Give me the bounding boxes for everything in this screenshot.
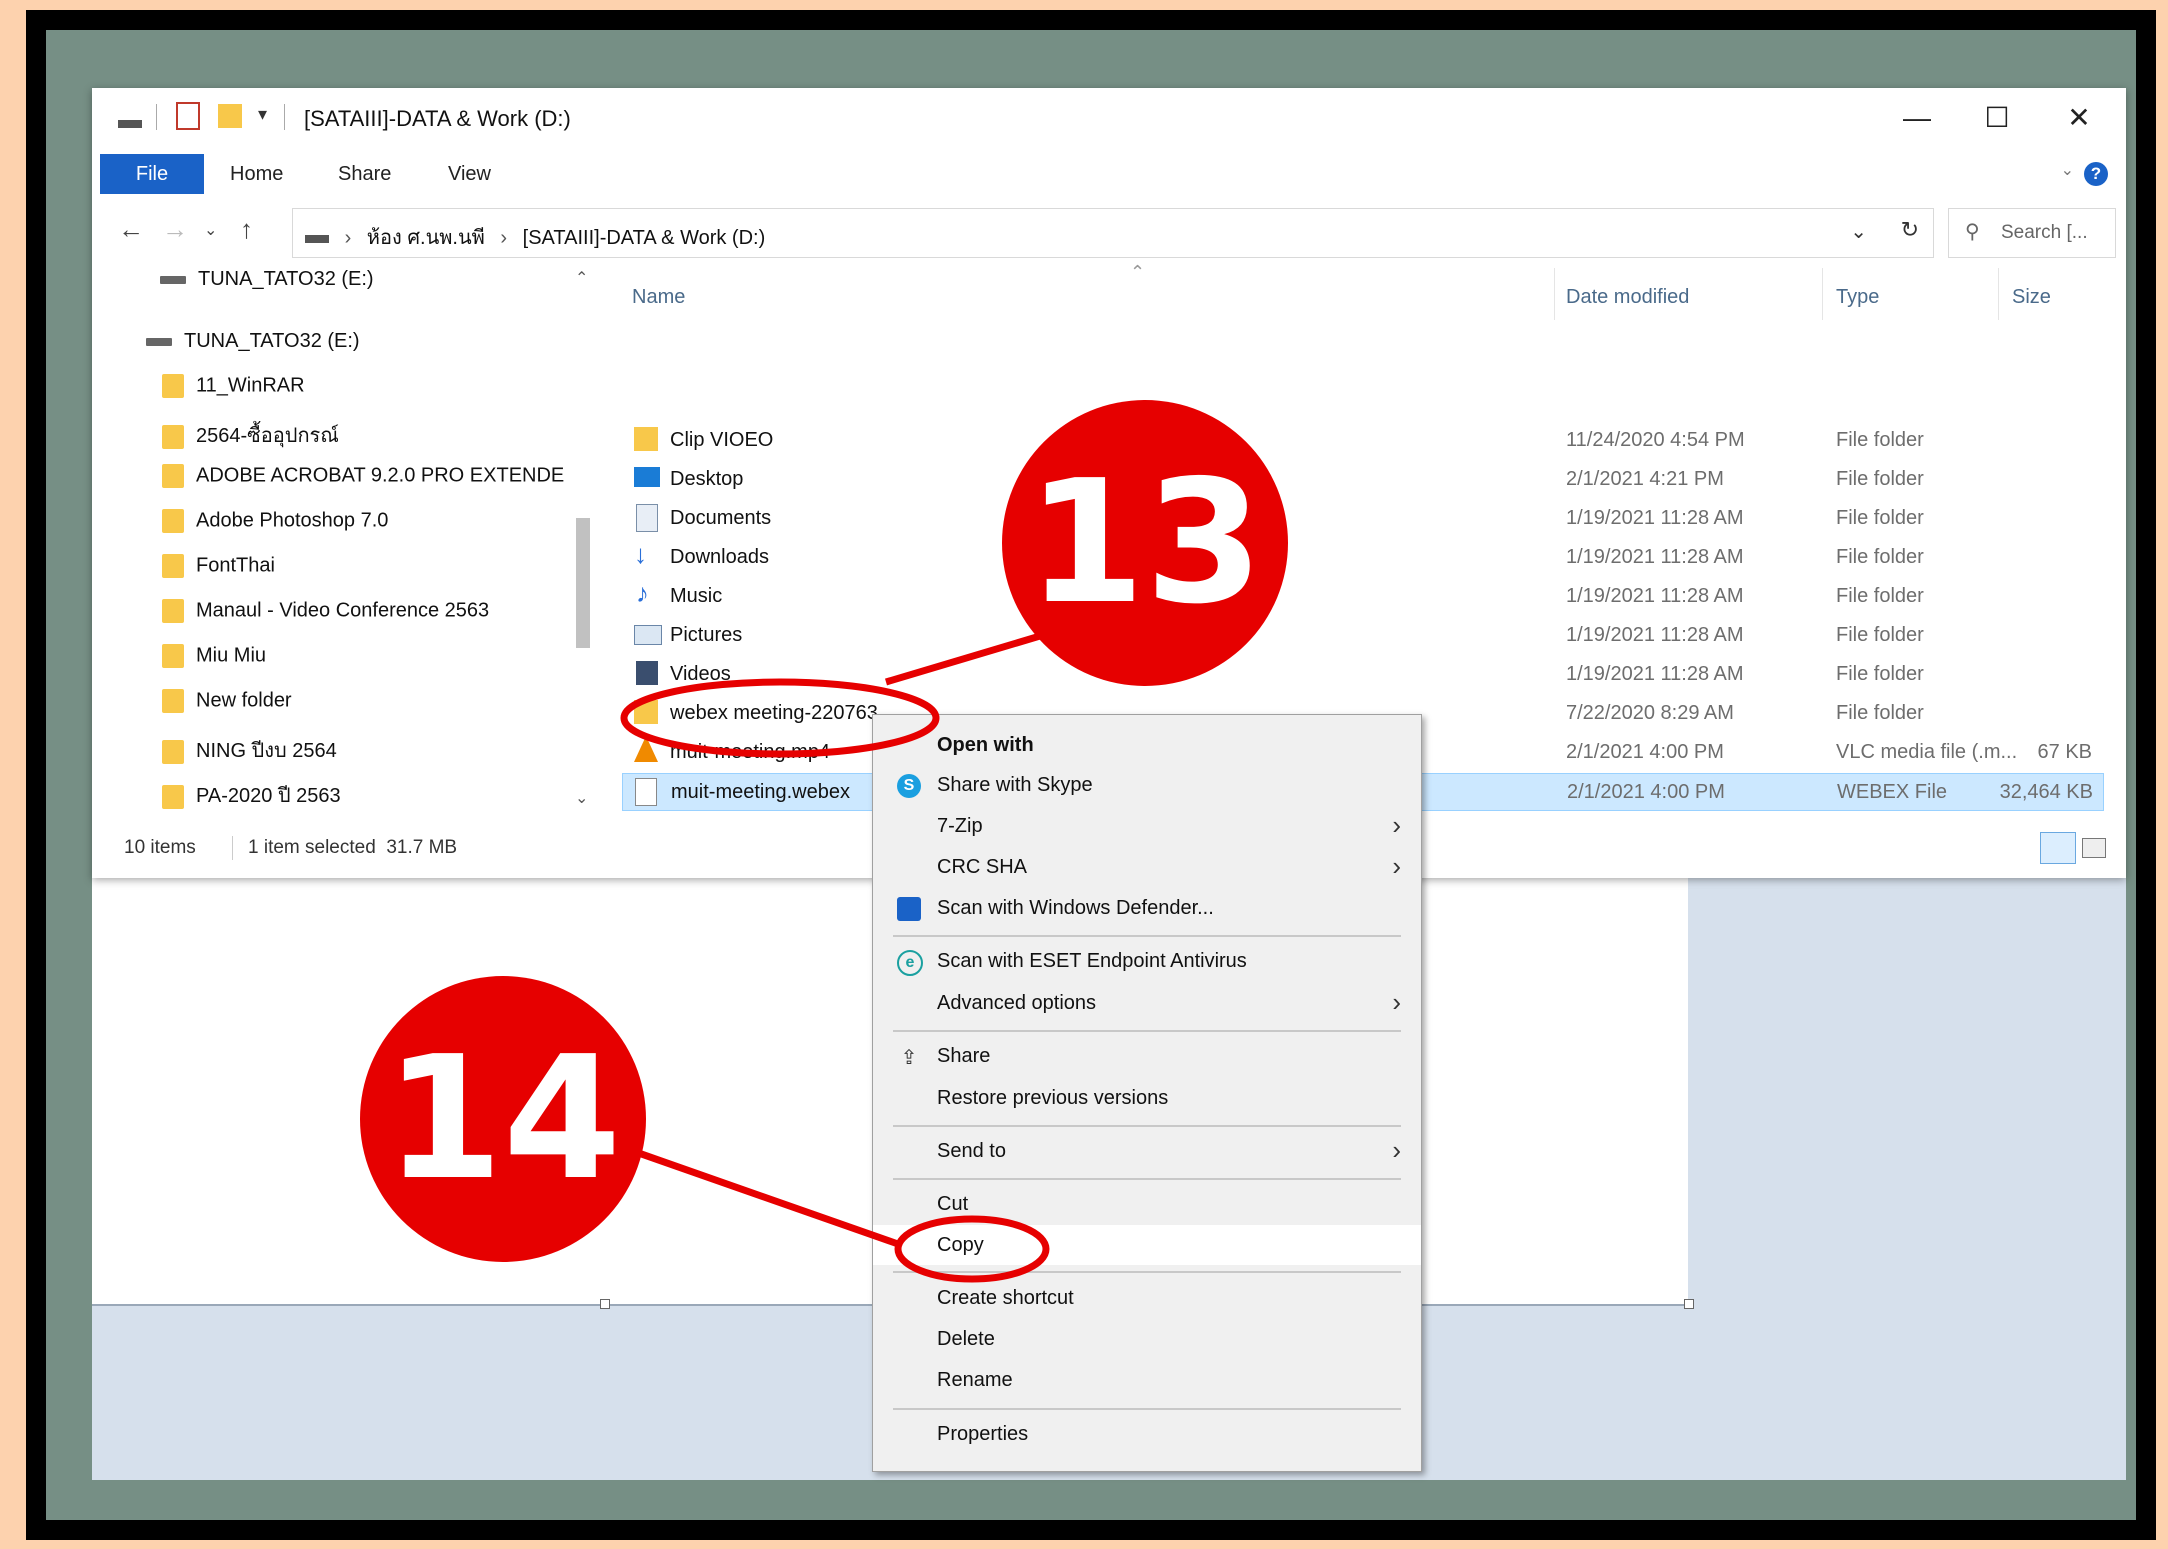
annotation-overlay — [620, 632, 1050, 1283]
highlight-ellipse-file — [620, 678, 940, 758]
highlight-ellipse-copy — [894, 1215, 1050, 1283]
callout-line-13 — [884, 632, 1042, 686]
step-badge-14: 14 — [360, 976, 646, 1262]
step-badge-13: 13 — [1002, 400, 1288, 686]
callout-line-14 — [628, 1146, 900, 1248]
